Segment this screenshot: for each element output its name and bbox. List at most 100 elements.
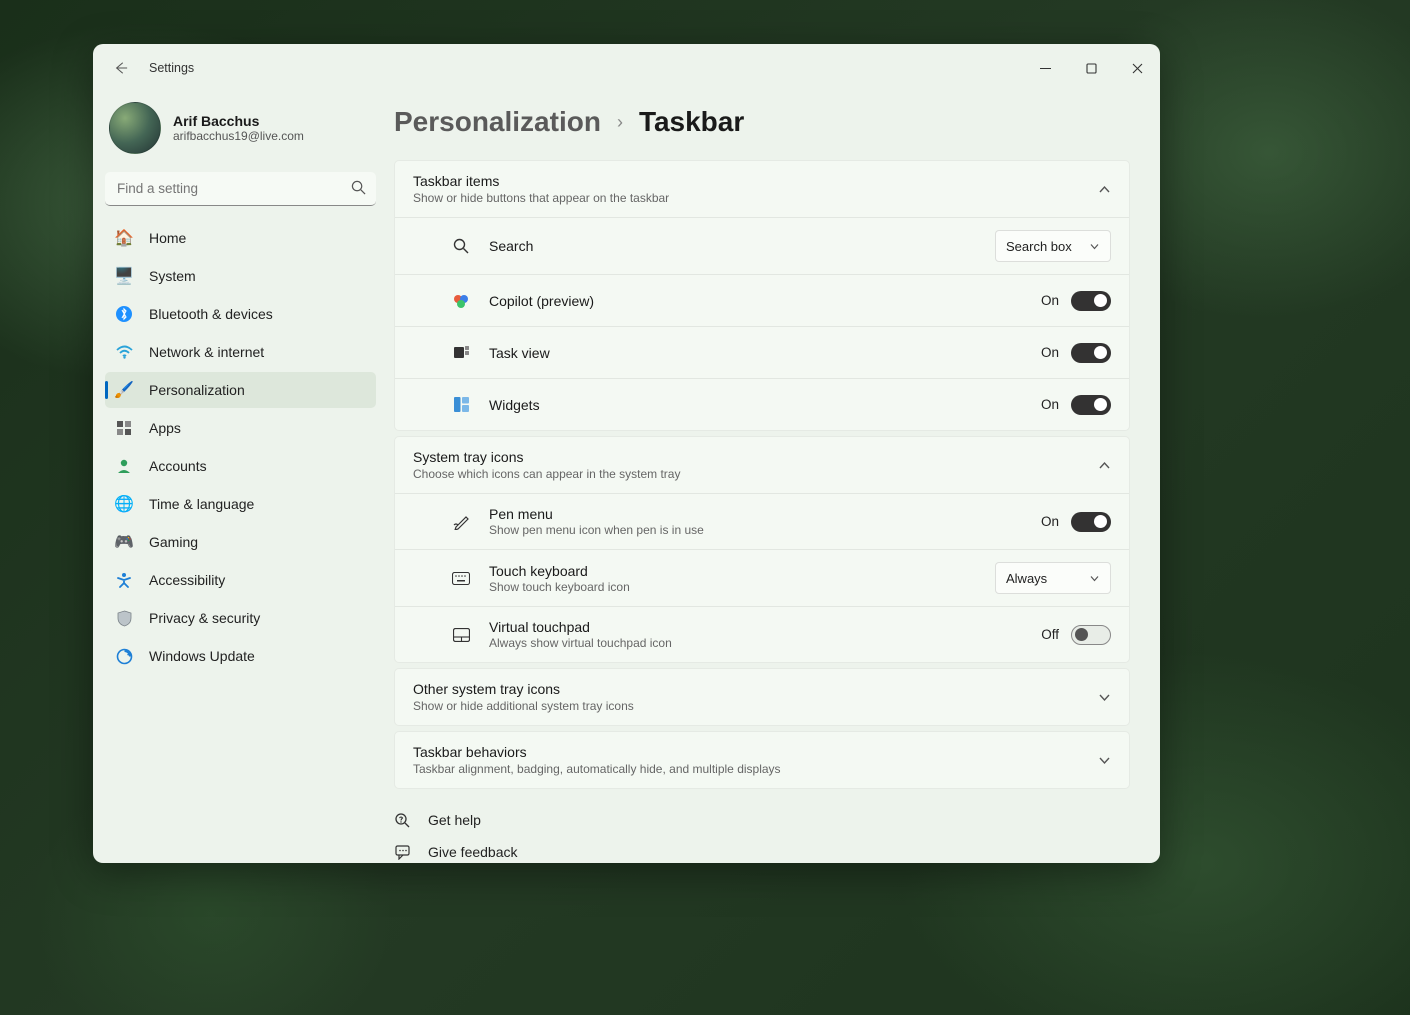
row-label: Widgets (489, 397, 1041, 413)
nav-accounts[interactable]: Accounts (105, 448, 376, 484)
section-header-system-tray[interactable]: System tray icons Choose which icons can… (395, 437, 1129, 493)
widgets-icon (451, 395, 471, 415)
feedback-icon (394, 843, 412, 861)
nav-system[interactable]: 🖥️System (105, 258, 376, 294)
nav: 🏠Home 🖥️System Bluetooth & devices Netwo… (105, 220, 376, 674)
nav-label: Personalization (149, 382, 245, 398)
nav-gaming[interactable]: 🎮Gaming (105, 524, 376, 560)
nav-time[interactable]: 🌐Time & language (105, 486, 376, 522)
brush-icon: 🖌️ (115, 381, 133, 399)
section-title: Taskbar behaviors (413, 744, 1098, 760)
dropdown-value: Search box (1006, 239, 1072, 254)
nav-privacy[interactable]: Privacy & security (105, 600, 376, 636)
breadcrumb: Personalization › Taskbar (394, 92, 1130, 160)
nav-home[interactable]: 🏠Home (105, 220, 376, 256)
give-feedback-link[interactable]: Give feedback (394, 841, 1130, 863)
search-icon (451, 236, 471, 256)
link-label: Get help (428, 812, 481, 828)
chevron-down-icon (1089, 573, 1100, 584)
nav-accessibility[interactable]: Accessibility (105, 562, 376, 598)
nav-bluetooth[interactable]: Bluetooth & devices (105, 296, 376, 332)
row-copilot: Copilot (preview) On (395, 274, 1129, 326)
section-taskbar-items: Taskbar items Show or hide buttons that … (394, 160, 1130, 431)
toggle-copilot[interactable] (1071, 291, 1111, 311)
row-widgets: Widgets On (395, 378, 1129, 430)
back-button[interactable] (111, 58, 131, 78)
sidebar: Arif Bacchus arifbacchus19@live.com 🏠Hom… (93, 92, 388, 863)
section-header-taskbar-behaviors[interactable]: Taskbar behaviors Taskbar alignment, bad… (395, 732, 1129, 788)
section-system-tray: System tray icons Choose which icons can… (394, 436, 1130, 663)
nav-label: Accessibility (149, 572, 225, 588)
settings-window: Settings Arif Bacchus arifbacchus19@live… (93, 44, 1160, 863)
toggle-taskview[interactable] (1071, 343, 1111, 363)
row-label: Task view (489, 345, 1041, 361)
search-icon[interactable] (351, 180, 366, 195)
nav-label: Apps (149, 420, 181, 436)
row-pen-menu: Pen menuShow pen menu icon when pen is i… (395, 493, 1129, 549)
dropdown-search-mode[interactable]: Search box (995, 230, 1111, 262)
nav-personalization[interactable]: 🖌️ Personalization (105, 372, 376, 408)
search-input[interactable] (105, 172, 376, 206)
nav-network[interactable]: Network & internet (105, 334, 376, 370)
profile-name: Arif Bacchus (173, 113, 304, 129)
toggle-widgets[interactable] (1071, 395, 1111, 415)
section-header-other-tray[interactable]: Other system tray icons Show or hide add… (395, 669, 1129, 725)
home-icon: 🏠 (115, 229, 133, 247)
nav-label: Time & language (149, 496, 254, 512)
minimize-button[interactable] (1022, 48, 1068, 88)
content: Personalization › Taskbar Taskbar items … (388, 92, 1160, 863)
toggle-pen-menu[interactable] (1071, 512, 1111, 532)
breadcrumb-parent[interactable]: Personalization (394, 106, 601, 138)
nav-label: Accounts (149, 458, 207, 474)
section-title: System tray icons (413, 449, 1098, 465)
wifi-icon (115, 343, 133, 361)
chevron-down-icon (1098, 754, 1111, 767)
gaming-icon: 🎮 (115, 533, 133, 551)
nav-label: Network & internet (149, 344, 264, 360)
accounts-icon (115, 457, 133, 475)
row-search: Search Search box (395, 217, 1129, 274)
dropdown-value: Always (1006, 571, 1047, 586)
section-header-taskbar-items[interactable]: Taskbar items Show or hide buttons that … (395, 161, 1129, 217)
nav-apps[interactable]: Apps (105, 410, 376, 446)
chevron-down-icon (1089, 241, 1100, 252)
section-title: Taskbar items (413, 173, 1098, 189)
section-sub: Show or hide additional system tray icon… (413, 699, 1098, 713)
update-icon (115, 647, 133, 665)
close-button[interactable] (1114, 48, 1160, 88)
chevron-up-icon (1098, 459, 1111, 472)
section-title: Other system tray icons (413, 681, 1098, 697)
nav-label: System (149, 268, 196, 284)
row-label: Pen menu (489, 506, 1041, 522)
chevron-right-icon: › (617, 112, 623, 133)
dropdown-touch-keyboard[interactable]: Always (995, 562, 1111, 594)
row-sub: Show touch keyboard icon (489, 580, 995, 594)
profile-block[interactable]: Arif Bacchus arifbacchus19@live.com (105, 92, 376, 172)
nav-label: Bluetooth & devices (149, 306, 273, 322)
row-label: Copilot (preview) (489, 293, 1041, 309)
get-help-link[interactable]: Get help (394, 809, 1130, 831)
nav-label: Privacy & security (149, 610, 260, 626)
toggle-virtual-touchpad[interactable] (1071, 625, 1111, 645)
row-taskview: Task view On (395, 326, 1129, 378)
avatar (109, 102, 161, 154)
row-sub: Show pen menu icon when pen is in use (489, 523, 1041, 537)
section-sub: Show or hide buttons that appear on the … (413, 191, 1098, 205)
toggle-state: Off (1041, 627, 1059, 642)
taskview-icon (451, 343, 471, 363)
chevron-down-icon (1098, 691, 1111, 704)
window-title: Settings (149, 61, 194, 75)
apps-icon (115, 419, 133, 437)
row-label: Touch keyboard (489, 563, 995, 579)
section-other-tray: Other system tray icons Show or hide add… (394, 668, 1130, 726)
maximize-button[interactable] (1068, 48, 1114, 88)
row-touch-keyboard: Touch keyboardShow touch keyboard icon A… (395, 549, 1129, 606)
accessibility-icon (115, 571, 133, 589)
nav-update[interactable]: Windows Update (105, 638, 376, 674)
copilot-icon (451, 291, 471, 311)
row-label: Search (489, 238, 995, 254)
row-label: Virtual touchpad (489, 619, 1041, 635)
help-icon (394, 811, 412, 829)
nav-label: Windows Update (149, 648, 255, 664)
row-sub: Always show virtual touchpad icon (489, 636, 1041, 650)
